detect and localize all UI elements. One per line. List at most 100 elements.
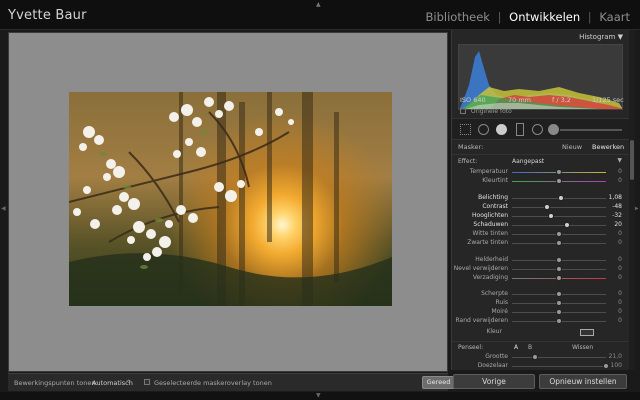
slider-label: Rand verwijderen [455,317,508,324]
adjustment-brush-icon[interactable] [548,124,559,135]
mask-new-button[interactable]: Nieuw [562,143,582,151]
brush-feather-slider[interactable]: Doezelaar 100 [452,362,629,370]
slider-witte-tinten[interactable]: Witte tinten 0 [452,230,629,239]
slider-rand-verwijderen[interactable]: Rand verwijderen 0 [452,317,629,326]
panel-scrollbar-thumb[interactable] [630,140,634,180]
slider-knob[interactable] [556,291,562,297]
slider-verzadiging[interactable]: Verzadiging 0 [452,274,629,283]
brush-b-button[interactable]: B [528,344,532,351]
effect-label: Effect: [458,158,478,165]
color-row: Kleur [452,328,629,338]
slider-contrast[interactable]: Contrast -48 [452,203,629,212]
slider-value[interactable]: 0 [604,256,622,263]
slider-value[interactable]: 0 [604,290,622,297]
slider-knob[interactable] [556,266,562,272]
brush-a-button[interactable]: A [514,344,518,351]
slider-track[interactable] [512,216,606,217]
slider-helderheid[interactable]: Helderheid 0 [452,256,629,265]
slider-moiré[interactable]: Moiré 0 [452,308,629,317]
slider-schaduwen[interactable]: Schaduwen 20 [452,221,629,230]
slider-kleurtint[interactable]: Kleurtint 0 [452,177,629,186]
effect-section: Effect: Aangepast ▼ Temperatuur 0 Kleurtin… [452,156,629,341]
slider-knob[interactable] [557,195,564,201]
slider-value[interactable]: -32 [604,212,622,219]
graduated-filter-icon[interactable] [516,123,524,136]
red-eye-icon[interactable] [496,124,507,135]
identity-plate: Yvette Baur [8,8,87,23]
slider-knob[interactable] [556,178,562,184]
slider-value[interactable]: 0 [604,299,622,306]
slider-knob[interactable] [556,309,562,315]
panel-toggle-left-icon[interactable]: ◀ [1,205,6,212]
slider-zwarte-tinten[interactable]: Zwarte tinten 0 [452,239,629,248]
slider-label: Scherpte [481,290,508,297]
slider-value[interactable]: 0 [604,308,622,315]
tool-strip-slider[interactable] [560,129,622,131]
effect-preset-select[interactable]: Aangepast [512,158,544,165]
slider-label: Temperatuur [469,168,508,175]
brush-feather-track[interactable] [512,366,606,367]
panel-toggle-top-icon[interactable]: ▲ [316,1,321,8]
slider-knob[interactable] [556,300,562,306]
slider-label: Zwarte tinten [467,239,508,246]
slider-knob[interactable] [548,213,555,219]
slider-scherpte[interactable]: Scherpte 0 [452,290,629,299]
brush-erase-button[interactable]: Wissen [572,344,593,351]
slider-value[interactable]: 0 [604,317,622,324]
reset-button[interactable]: Opnieuw instellen [539,374,627,389]
slider-value[interactable]: 20 [604,221,622,228]
original-photo-label: Originele foto [470,108,512,115]
chevron-down-icon[interactable]: ▼ [617,157,622,164]
slider-knob[interactable] [543,204,550,210]
previous-button[interactable]: Vorige [453,374,535,389]
brush-size-slider[interactable]: Grootte 21,0 [452,353,629,362]
slider-track[interactable] [512,225,606,226]
slider-value[interactable]: 0 [604,168,622,175]
brush-size-track[interactable] [512,357,606,358]
mask-overlay-checkbox[interactable] [144,379,150,385]
original-photo-toggle[interactable]: Originele foto [460,108,512,115]
spot-removal-icon[interactable] [478,124,489,135]
chevron-down-icon[interactable]: ÷ [126,378,131,385]
panel-toggle-bottom-icon[interactable]: ▼ [316,392,321,399]
module-ontwikkelen[interactable]: Ontwikkelen [509,10,580,24]
edit-points-label: Bewerkingspunten tonen: [14,379,98,387]
slider-knob[interactable] [563,222,570,228]
slider-nevel-verwijderen[interactable]: Nevel verwijderen 0 [452,265,629,274]
collapse-triangle-icon[interactable]: ▼ [618,33,623,41]
slider-value[interactable]: 0 [604,230,622,237]
brush-feather-value[interactable]: 100 [604,362,622,369]
mask-edit-button[interactable]: Bewerken [592,143,624,151]
module-bibliotheek[interactable]: Bibliotheek [426,10,490,24]
slider-value[interactable]: 0 [604,265,622,272]
slider-knob[interactable] [556,318,562,324]
slider-knob[interactable] [556,169,562,175]
slider-knob[interactable] [556,257,562,263]
slider-temperatuur[interactable]: Temperatuur 0 [452,168,629,177]
slider-knob[interactable] [556,275,562,281]
focal-length-value: 70 mm [508,96,532,104]
brush-size-knob[interactable] [531,354,538,360]
slider-ruis[interactable]: Ruis 0 [452,299,629,308]
slider-value[interactable]: 0 [604,239,622,246]
slider-knob[interactable] [556,240,562,246]
slider-knob[interactable] [556,231,562,237]
brush-size-value[interactable]: 21,0 [604,353,622,360]
histogram-header[interactable]: Histogram ▼ [579,33,623,41]
slider-hooglichten[interactable]: Hooglichten -32 [452,212,629,221]
tool-strip [452,118,629,140]
slider-value[interactable]: 0 [604,177,622,184]
radial-filter-icon[interactable] [532,124,543,135]
color-swatch[interactable] [580,329,594,336]
slider-value[interactable]: 1,08 [604,194,622,201]
original-photo-checkbox[interactable] [460,108,466,114]
slider-belichting[interactable]: Belichting 1,08 [452,194,629,203]
slider-value[interactable]: 0 [604,274,622,281]
photo-image[interactable] [69,92,392,306]
slider-track[interactable] [512,207,606,208]
crop-tool-icon[interactable] [460,124,471,135]
photo-view[interactable] [8,32,448,372]
panel-scrollbar-track[interactable] [629,30,635,370]
module-kaart[interactable]: Kaart [599,10,630,24]
slider-value[interactable]: -48 [604,203,622,210]
